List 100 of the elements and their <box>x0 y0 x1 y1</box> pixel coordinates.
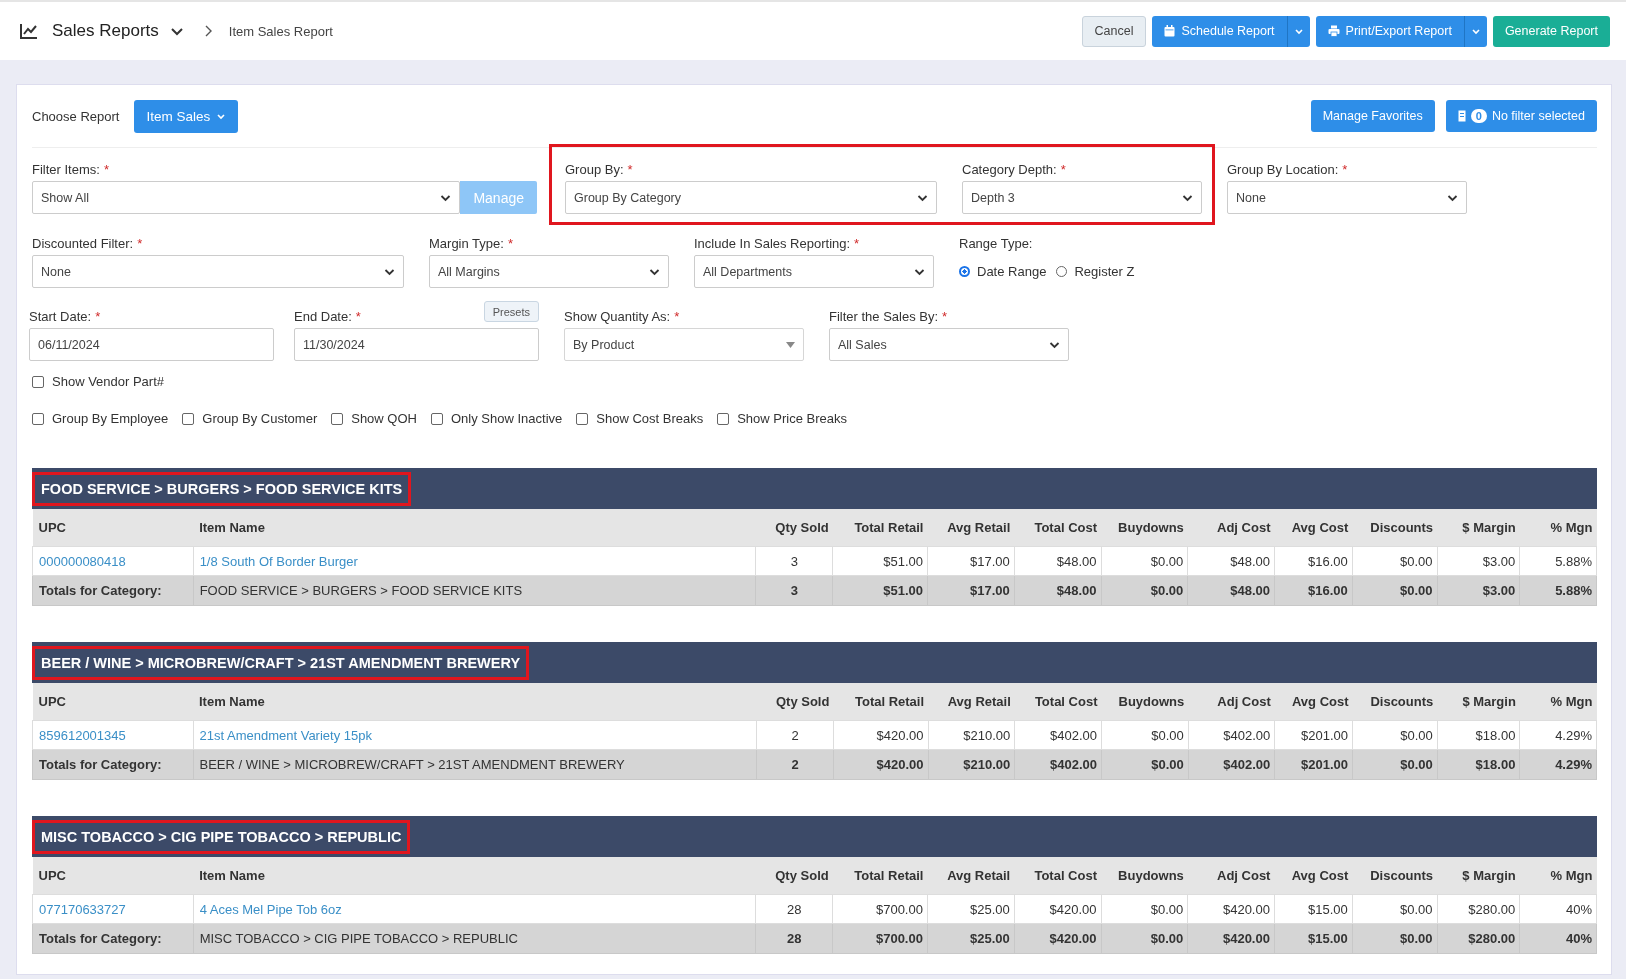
checkbox[interactable] <box>182 412 195 425</box>
checkbox[interactable] <box>717 412 730 425</box>
table-cell: $210.00 <box>928 749 1015 780</box>
field-label: Group By Location: <box>1227 162 1339 177</box>
table-cell: 28 <box>755 894 833 924</box>
column-header: Qty Sold <box>756 683 834 721</box>
totals-label: Totals for Category: <box>32 923 194 954</box>
checkbox[interactable] <box>430 412 443 425</box>
table-cell: BEER / WINE > MICROBREW/CRAFT > 21ST AMENDMENT BREWERY <box>193 749 757 780</box>
select-field[interactable]: None <box>1227 181 1467 214</box>
presets-button[interactable]: Presets <box>483 301 539 322</box>
required-mark: * <box>507 236 513 251</box>
item-link[interactable]: 1/8 South Of Border Burger <box>199 553 358 569</box>
table-cell: $402.00 <box>1014 749 1102 780</box>
table-cell: 2 <box>756 720 834 750</box>
select-field[interactable]: By Product <box>564 328 804 361</box>
radio-button[interactable] <box>959 266 970 277</box>
column-header: Qty Sold <box>755 857 833 895</box>
table-cell: 28 <box>755 923 833 954</box>
chevron-down-icon <box>440 193 452 202</box>
column-header: Total Retail <box>832 509 928 547</box>
dropdown-toggle[interactable] <box>1463 15 1487 47</box>
button-label: Item Sales <box>146 108 211 124</box>
table-cell: $0.00 <box>1101 546 1188 576</box>
select-field[interactable]: All Departments <box>694 255 934 288</box>
column-header: Adj Cost <box>1187 509 1275 547</box>
field-label: Filter Items: <box>32 162 100 177</box>
chevron-down-icon <box>384 267 395 276</box>
column-header: Adj Cost <box>1188 683 1275 721</box>
select-field[interactable]: All Sales <box>829 328 1069 361</box>
date-field[interactable]: 06/11/2024 <box>29 328 274 361</box>
column-header: Total Retail <box>832 857 928 895</box>
checkbox-label[interactable]: Show Vendor Part# <box>52 374 165 389</box>
table-cell: 3 <box>755 546 833 576</box>
table-cell: $0.00 <box>1101 894 1188 924</box>
checkbox[interactable] <box>32 375 44 388</box>
required-mark: * <box>1060 162 1066 177</box>
breadcrumb: Item Sales Report <box>228 23 333 39</box>
table-cell: $48.00 <box>1014 546 1102 576</box>
column-header: Buydowns <box>1101 857 1188 895</box>
required-mark: * <box>674 309 680 324</box>
date-field[interactable]: 11/30/2024 <box>294 328 539 361</box>
page-title: Sales Reports <box>52 21 159 41</box>
column-header: Avg Cost <box>1274 683 1353 721</box>
column-header: % Mgn <box>1519 683 1597 721</box>
table-cell: $210.00 <box>928 720 1015 750</box>
table-cell: 40% <box>1519 923 1597 954</box>
table-cell: 5.88% <box>1519 546 1597 576</box>
table-cell: $25.00 <box>927 923 1015 954</box>
item-link[interactable]: 4 Aces Mel Pipe Tob 6oz <box>199 901 342 917</box>
field-label: Start Date: <box>29 309 92 324</box>
select-field[interactable]: Group By Category <box>565 181 937 214</box>
radio-label[interactable]: Date Range <box>977 264 1047 279</box>
chevron-down-icon <box>917 193 928 202</box>
checkbox[interactable] <box>331 412 344 425</box>
chevron-down-icon <box>1447 193 1458 202</box>
table-cell: $420.00 <box>833 720 929 750</box>
checkbox-label[interactable]: Show Price Breaks <box>737 411 847 426</box>
dropdown-toggle[interactable] <box>1286 15 1310 47</box>
table-cell: MISC TOBACCO > CIG PIPE TOBACCO > REPUBLIC <box>193 923 756 954</box>
table-cell: $51.00 <box>832 546 928 576</box>
radio-label[interactable]: Register Z <box>1074 264 1135 279</box>
table-cell: $420.00 <box>833 749 929 780</box>
column-header: $ Margin <box>1437 857 1520 895</box>
calendar-icon <box>1164 25 1176 37</box>
item-link[interactable]: 21st Amendment Variety 15pk <box>199 727 372 743</box>
cancel-button[interactable]: Cancel <box>1081 15 1147 47</box>
button-label: Schedule Report <box>1181 24 1275 38</box>
select-field[interactable]: All Margins <box>429 255 669 288</box>
checkbox[interactable] <box>576 412 589 425</box>
checkbox-label[interactable]: Group By Employee <box>52 411 169 426</box>
column-header: Avg Retail <box>928 683 1015 721</box>
checkbox-label[interactable]: Only Show Inactive <box>450 411 563 426</box>
table-cell: 40% <box>1519 894 1597 924</box>
column-header: Total Retail <box>833 683 929 721</box>
chevron-down-icon <box>1182 193 1193 202</box>
select-field[interactable]: None <box>32 255 404 288</box>
checkbox[interactable] <box>32 412 44 425</box>
select-field[interactable]: Show All <box>32 181 461 214</box>
column-header: $ Margin <box>1437 683 1520 721</box>
checkbox-label[interactable]: Show QOH <box>351 411 417 426</box>
chevron-down-icon <box>170 26 183 36</box>
field-label: Category Depth: <box>962 162 1057 177</box>
column-header: Avg Cost <box>1274 857 1353 895</box>
checkbox-label[interactable]: Group By Customer <box>202 411 318 426</box>
column-header: Avg Cost <box>1274 509 1353 547</box>
table-cell: $0.00 <box>1101 923 1188 954</box>
table-cell: 2 <box>756 749 834 780</box>
column-header: Qty Sold <box>755 509 833 547</box>
checkbox-label[interactable]: Show Cost Breaks <box>596 411 704 426</box>
filter-button[interactable]: 0 No filter selected <box>1445 100 1597 132</box>
totals-label: Totals for Category: <box>32 575 194 606</box>
table-cell: $3.00 <box>1437 546 1520 576</box>
column-header: UPC <box>32 857 194 895</box>
column-header: Item Name <box>193 509 756 547</box>
field-label: Margin Type: <box>429 236 504 251</box>
select-field[interactable]: Depth 3 <box>962 181 1202 214</box>
table-cell: $17.00 <box>927 575 1015 606</box>
required-mark: * <box>942 309 948 324</box>
required-mark: * <box>1342 162 1348 177</box>
